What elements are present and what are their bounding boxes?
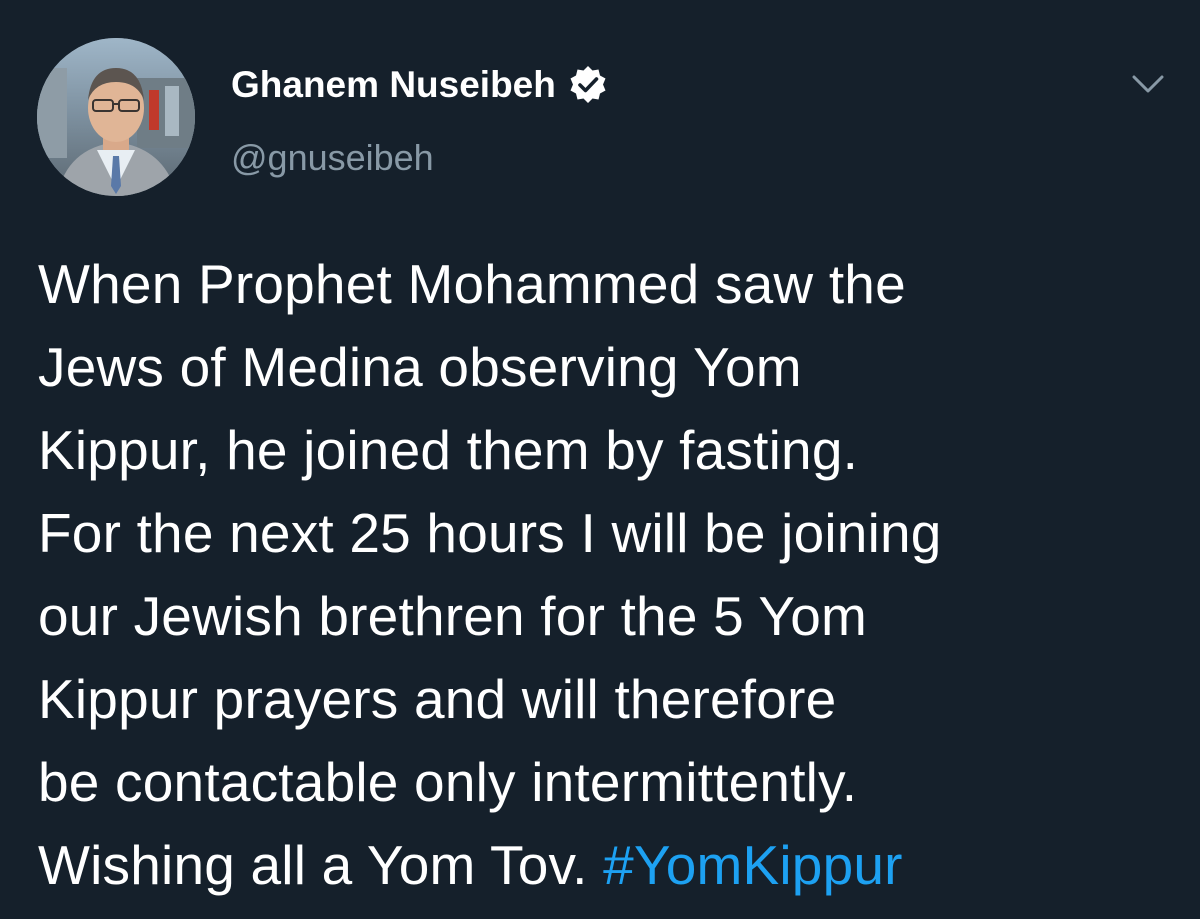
tweet-line-last-text: Wishing all a Yom Tov. — [38, 834, 604, 896]
author-handle[interactable]: @gnuseibeh — [231, 137, 434, 179]
tweet-line: Kippur, he joined them by fasting. — [38, 419, 859, 481]
tweet-line: For the next 25 hours I will be joining — [38, 502, 942, 564]
tweet-line: Jews of Medina observing Yom — [38, 336, 802, 398]
tweet-line: be contactable only intermittently. — [38, 751, 858, 813]
author-name-row: Ghanem Nuseibeh — [231, 62, 608, 108]
tweet-card: Ghanem Nuseibeh @gnuseibeh When Prophet … — [0, 0, 1200, 919]
author-display-name[interactable]: Ghanem Nuseibeh — [231, 64, 556, 106]
chevron-down-icon[interactable] — [1126, 64, 1170, 104]
author-avatar[interactable] — [37, 38, 195, 196]
tweet-line: our Jewish brethren for the 5 Yom — [38, 585, 868, 647]
tweet-text: When Prophet Mohammed saw the Jews of Me… — [38, 243, 1178, 907]
tweet-line: Kippur prayers and will therefore — [38, 668, 837, 730]
verified-badge-icon — [568, 65, 608, 105]
tweet-line: When Prophet Mohammed saw the — [38, 253, 906, 315]
avatar-photo — [37, 38, 195, 196]
hashtag-link[interactable]: #YomKippur — [603, 834, 903, 896]
tweet-line-last: Wishing all a Yom Tov. #YomKippur — [38, 824, 1178, 907]
